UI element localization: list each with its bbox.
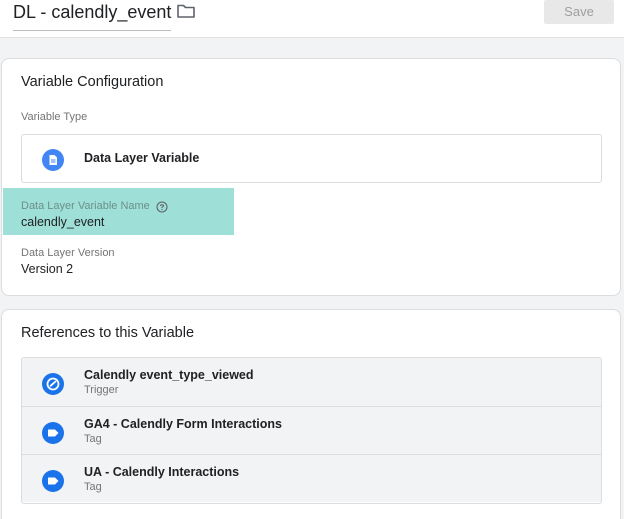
variable-name-label: Data Layer Variable Name — [21, 200, 150, 212]
variable-name-input[interactable]: DL - calendly_event — [13, 1, 172, 31]
references-list: Calendly event_type_viewed Trigger GA4 -… — [21, 357, 602, 504]
variable-type-value: Data Layer Variable — [84, 151, 200, 165]
data-layer-version-label: Data Layer Version — [21, 247, 115, 259]
reference-name: Calendly event_type_viewed — [84, 368, 254, 382]
references-title: References to this Variable — [21, 325, 195, 341]
variable-configuration-card: Variable Configuration Variable Type Dat… — [1, 58, 621, 296]
save-button[interactable]: Save — [544, 0, 614, 24]
editor-header: DL - calendly_event Save — [0, 0, 624, 38]
reference-kind: Trigger — [84, 384, 119, 396]
variable-name-value: calendly_event — [21, 215, 105, 229]
references-card: References to this Variable Calendly eve… — [1, 309, 621, 519]
reference-name: GA4 - Calendly Form Interactions — [84, 417, 282, 431]
reference-name: UA - Calendly Interactions — [84, 465, 240, 479]
variable-type-selector[interactable]: Data Layer Variable — [21, 134, 602, 183]
variable-name-field[interactable]: Data Layer Variable Name calendly_event — [3, 188, 234, 235]
help-icon[interactable] — [156, 200, 168, 213]
data-layer-variable-icon — [42, 149, 64, 171]
tag-icon — [42, 422, 64, 444]
data-layer-version-value[interactable]: Version 2 — [21, 262, 73, 276]
list-item[interactable]: Calendly event_type_viewed Trigger — [22, 358, 601, 406]
trigger-icon — [42, 373, 64, 395]
list-item[interactable]: GA4 - Calendly Form Interactions Tag — [22, 406, 601, 454]
reference-kind: Tag — [84, 481, 102, 493]
folder-icon[interactable] — [176, 3, 196, 19]
list-item[interactable]: UA - Calendly Interactions Tag — [22, 454, 601, 502]
variable-configuration-title: Variable Configuration — [21, 74, 164, 90]
reference-kind: Tag — [84, 433, 102, 445]
variable-type-label: Variable Type — [21, 111, 88, 123]
tag-icon — [42, 470, 64, 492]
